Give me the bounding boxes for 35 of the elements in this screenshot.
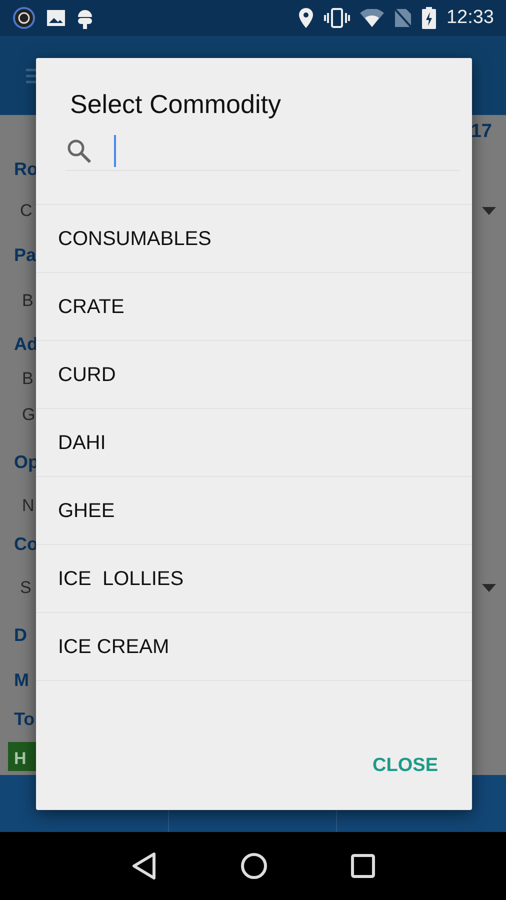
no-sim-icon — [394, 8, 412, 28]
commodity-list-item[interactable]: CURD — [36, 341, 472, 409]
field-label: To — [14, 708, 35, 730]
clock-text: 12:33 — [446, 6, 494, 30]
commodity-list-item[interactable]: GHEE — [36, 477, 472, 545]
menu-icon — [26, 68, 36, 84]
dropdown-value: S — [20, 576, 32, 599]
field-value: N — [22, 494, 34, 517]
location-icon — [298, 8, 314, 28]
dialog-title: Select Commodity — [69, 88, 282, 121]
dropdown-caret-icon — [482, 207, 496, 215]
date-text: 17 — [470, 120, 492, 144]
field-value: B — [22, 368, 34, 390]
home-icon[interactable] — [240, 852, 268, 880]
back-icon[interactable] — [131, 852, 158, 880]
commodity-list-item[interactable]: CONSUMABLES — [36, 205, 472, 273]
commodity-list-item[interactable]: ICE LOLLIES — [36, 545, 472, 613]
vibrate-icon — [324, 8, 350, 28]
battery-charging-icon — [422, 7, 436, 29]
search-icon — [66, 138, 92, 164]
field-label: D — [14, 624, 27, 647]
field-label: Ro — [14, 158, 38, 180]
field-value: B — [22, 290, 34, 312]
field-label: M — [14, 668, 29, 692]
commodity-list-item[interactable]: CRATE — [36, 273, 472, 341]
image-icon — [46, 9, 66, 27]
commodity-list-item[interactable]: DAHI — [36, 409, 472, 477]
commodity-list-item[interactable]: ICE CREAM — [36, 613, 472, 681]
field-label: Pa — [14, 244, 36, 267]
field-value: G — [22, 404, 36, 426]
dropdown-caret-icon — [482, 584, 496, 592]
dropdown-value: C — [20, 200, 32, 222]
recents-icon[interactable] — [350, 854, 375, 878]
wifi-icon — [360, 9, 384, 27]
badge-icon — [12, 6, 36, 30]
